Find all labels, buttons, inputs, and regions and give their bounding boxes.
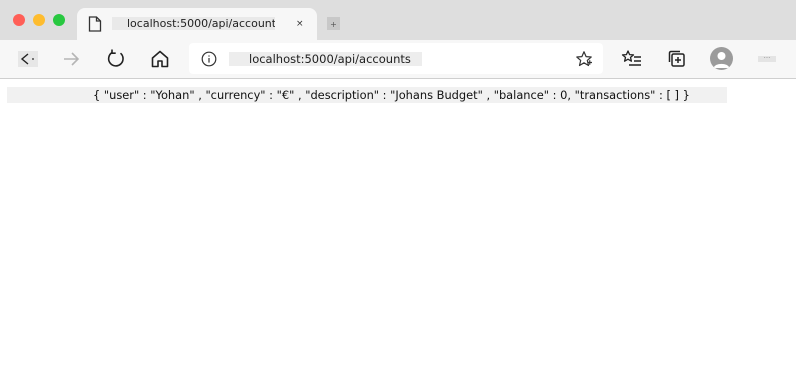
profile-avatar[interactable] bbox=[710, 47, 733, 70]
title-bar: localhost:5000/api/accounts × + bbox=[0, 0, 796, 40]
back-button[interactable] bbox=[18, 51, 38, 67]
reload-button[interactable] bbox=[105, 48, 127, 70]
forward-button[interactable] bbox=[60, 48, 82, 70]
tab-title: localhost:5000/api/accounts bbox=[112, 17, 275, 30]
close-window-button[interactable] bbox=[13, 14, 25, 26]
browser-tab[interactable]: localhost:5000/api/accounts × bbox=[77, 8, 317, 40]
page-icon bbox=[88, 16, 102, 32]
back-icon bbox=[20, 53, 34, 65]
new-tab-button[interactable]: + bbox=[327, 17, 340, 30]
minimize-window-button[interactable] bbox=[33, 14, 45, 26]
favorites-button[interactable] bbox=[621, 48, 643, 70]
tab-close-button[interactable]: × bbox=[296, 19, 304, 29]
favorite-star-icon[interactable] bbox=[575, 50, 593, 68]
info-icon[interactable] bbox=[201, 51, 217, 67]
home-button[interactable] bbox=[149, 48, 171, 70]
collections-button[interactable] bbox=[666, 48, 688, 70]
json-response-text: { "user" : "Yohan" , "currency" : "€" , … bbox=[7, 87, 727, 103]
collections-icon bbox=[668, 50, 685, 67]
url-text[interactable]: localhost:5000/api/accounts bbox=[229, 52, 422, 66]
home-icon bbox=[151, 50, 169, 68]
reload-icon bbox=[107, 49, 124, 67]
browser-toolbar: localhost:5000/api/accounts ··· bbox=[0, 40, 796, 79]
address-bar[interactable]: localhost:5000/api/accounts bbox=[189, 43, 603, 74]
maximize-window-button[interactable] bbox=[53, 14, 65, 26]
forward-icon bbox=[64, 52, 80, 66]
more-menu-button[interactable]: ··· bbox=[758, 55, 776, 62]
favorites-icon bbox=[621, 50, 641, 66]
